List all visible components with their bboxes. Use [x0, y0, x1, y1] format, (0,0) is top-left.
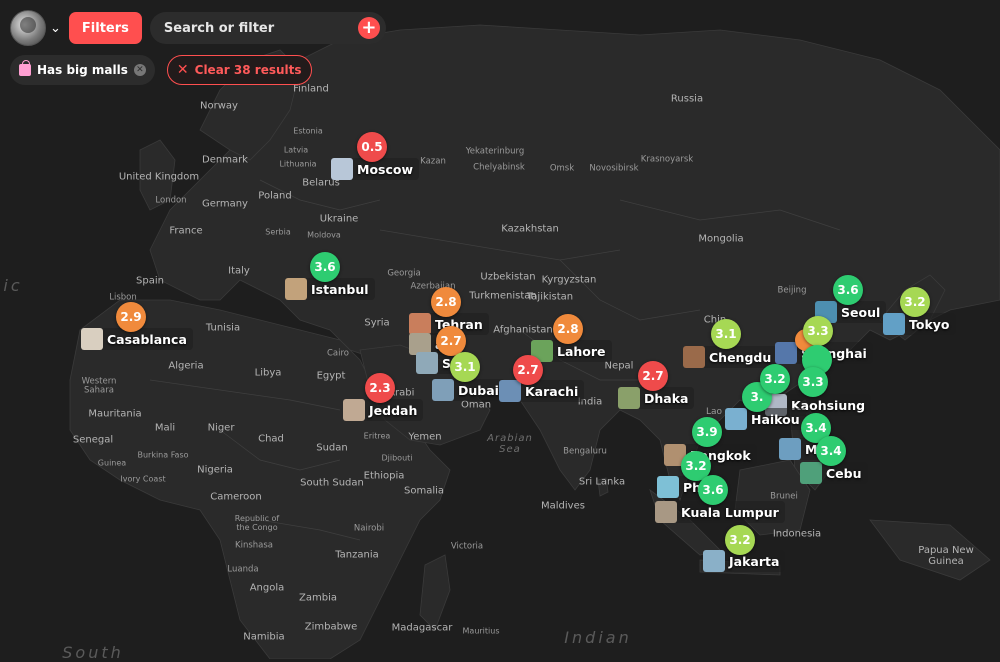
city-photo [683, 346, 705, 368]
city-name: Jeddah [369, 402, 418, 418]
city-name: Seoul [841, 304, 881, 320]
city-name: Kuala Lumpur [681, 504, 779, 520]
city-photo [703, 550, 725, 572]
city-photo [657, 476, 679, 498]
city-photo [655, 501, 677, 523]
city-photo [432, 379, 454, 401]
score-badge[interactable]: 2.8 [553, 314, 583, 344]
city-marker-istanbul[interactable]: Istanbul [285, 278, 375, 300]
city-name: Dhaka [644, 390, 689, 406]
filters-button[interactable]: Filters [68, 12, 142, 44]
city-photo [725, 408, 747, 430]
city-photo [779, 438, 801, 460]
chip-label: Has big malls [37, 63, 128, 77]
city-marker-casablanca[interactable]: Casablanca [81, 328, 193, 350]
score-badge[interactable]: 3.2 [760, 364, 790, 394]
city-photo [285, 278, 307, 300]
city-name: Casablanca [107, 331, 187, 347]
score-badge[interactable]: 0.5 [357, 132, 387, 162]
city-marker-kuala-lumpur[interactable]: Kuala Lumpur [655, 501, 785, 523]
city-marker-dubai[interactable]: Dubai [432, 379, 505, 401]
city-name: Lahore [557, 343, 606, 359]
score-badge[interactable]: 3.9 [692, 417, 722, 447]
shopping-bag-icon [19, 60, 31, 76]
city-photo [331, 158, 353, 180]
city-photo [81, 328, 103, 350]
score-badge[interactable]: 2.7 [638, 361, 668, 391]
score-badge[interactable]: 3.2 [725, 525, 755, 555]
city-photo [883, 313, 905, 335]
search-bar[interactable]: + [149, 12, 386, 44]
search-input[interactable] [161, 19, 346, 37]
score-badge[interactable]: 2.9 [116, 302, 146, 332]
score-badge[interactable]: 3.3 [798, 367, 828, 397]
score-badge[interactable]: 3.6 [833, 275, 863, 305]
score-badge[interactable]: 3.4 [816, 436, 846, 466]
city-marker-haikou[interactable]: Haikou [725, 408, 806, 430]
filter-chip-malls[interactable]: Has big malls ✕ [10, 55, 155, 85]
city-photo [618, 387, 640, 409]
city-name: Cebu [826, 465, 862, 481]
plus-icon[interactable]: + [357, 17, 380, 39]
score-badge[interactable]: 3.2 [900, 287, 930, 317]
city-photo [416, 352, 438, 374]
score-badge[interactable]: 3.1 [711, 319, 741, 349]
score-badge[interactable]: 2.8 [431, 287, 461, 317]
chevron-down-icon[interactable]: ⌄ [50, 21, 61, 36]
city-name: Chengdu [709, 349, 772, 365]
score-badge[interactable]: 3.3 [803, 316, 833, 346]
top-toolbar: ⌄ Filters + [10, 10, 386, 46]
city-name: Jakarta [729, 553, 780, 569]
clear-label: Clear 38 results [194, 63, 302, 77]
city-photo [499, 380, 521, 402]
city-name: Istanbul [311, 281, 369, 297]
city-marker-chengdu[interactable]: Chengdu [683, 346, 778, 368]
city-photo [409, 313, 431, 335]
score-badge[interactable]: 3.6 [310, 252, 340, 282]
user-avatar-icon[interactable] [10, 10, 46, 46]
clear-results-button[interactable]: ✕ Clear 38 results [166, 55, 312, 85]
city-name: Karachi [525, 383, 579, 399]
city-photo [775, 342, 797, 364]
score-badge[interactable]: 3.1 [450, 352, 480, 382]
active-filter-chips: Has big malls ✕ ✕ Clear 38 results [10, 55, 312, 85]
city-marker-karachi[interactable]: Karachi [499, 380, 585, 402]
city-photo [343, 399, 365, 421]
close-icon[interactable]: ✕ [133, 64, 146, 76]
close-icon: ✕ [176, 62, 189, 78]
city-photo [800, 462, 822, 484]
score-badge[interactable]: 2.3 [365, 373, 395, 403]
city-name: Haikou [751, 411, 800, 427]
city-name: Moscow [357, 161, 414, 177]
city-name: Tokyo [909, 316, 950, 332]
score-badge[interactable]: 3.6 [698, 475, 728, 505]
score-badge[interactable]: 2.7 [513, 355, 543, 385]
city-name: Dubai [458, 382, 499, 398]
